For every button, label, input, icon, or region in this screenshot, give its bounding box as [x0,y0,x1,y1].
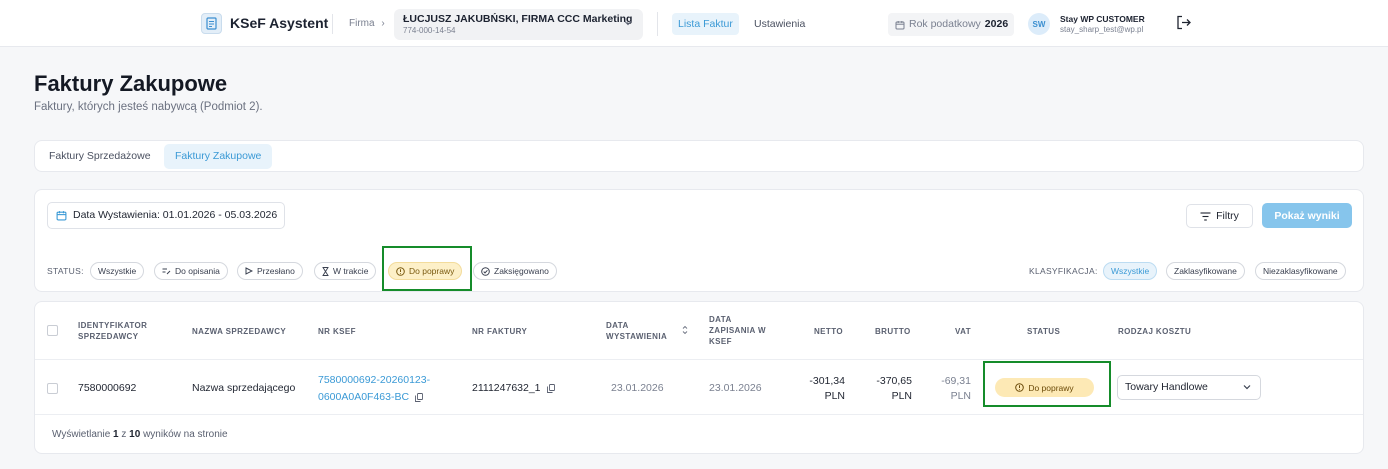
column-header-data-zapisania[interactable]: DATA ZAPISANIA W KSEF [709,314,766,347]
rodzaj-kosztu-select[interactable]: Towary Handlowe [1117,375,1261,400]
cell-identyfikator: 7580000692 [78,382,137,394]
status-pill-w-trakcie[interactable]: W trakcie [314,262,377,280]
tab-faktury-sprzedazowe[interactable]: Faktury Sprzedażowe [38,144,162,169]
hourglass-icon [322,266,329,276]
chevron-down-icon[interactable] [624,20,632,26]
firma-label: Firma › [349,18,385,29]
filtry-button[interactable]: Filtry [1186,204,1253,228]
column-header-nazwa[interactable]: NAZWA SPRZEDAWCY [192,326,286,337]
column-header-netto[interactable]: NETTO [814,326,843,337]
cell-netto: -301,34 PLN [809,375,845,402]
rok-podatkowy-selector[interactable]: Rok podatkowy 2026 [888,13,1015,36]
klasyfikacja-pill-niezaklasyfikowane[interactable]: Niezaklasyfikowane [1255,262,1346,280]
divider [332,14,333,34]
cell-nr-faktury: 2111247632_1 [472,382,555,394]
status-pill-przeslano[interactable]: Przesłano [237,262,303,280]
cell-vat: -69,31 PLN [941,375,971,402]
copy-icon[interactable] [415,393,424,402]
column-header-brutto[interactable]: BRUTTO [875,326,911,337]
status-filter-label: STATUS: [47,266,84,276]
page-title: Faktury Zakupowe [34,71,228,96]
highlight-box-status [983,361,1111,407]
column-header-identyfikator[interactable]: IDENTYFIKATOR SPRZEDAWCY [78,320,147,342]
calendar-icon [56,211,67,221]
send-icon [245,267,253,275]
cell-data-zapisania: 23.01.2026 [709,382,762,394]
calendar-icon [895,20,905,29]
filtry-label: Filtry [1216,210,1239,222]
column-header-nr-ksef[interactable]: NR KSEF [318,326,356,337]
logout-icon[interactable] [1176,15,1192,30]
column-header-data-wystawienia[interactable]: DATA WYSTAWIENIA [606,320,667,342]
divider [35,414,1363,415]
edit-lines-icon [162,268,171,275]
pokaz-wyniki-button[interactable]: Pokaż wyniki [1262,203,1352,228]
firma-nip: 774-000-14-54 [403,26,456,35]
avatar[interactable]: SW [1028,13,1050,35]
rok-value: 2026 [984,18,1009,30]
sort-icon[interactable] [682,325,688,335]
column-header-rodzaj-kosztu[interactable]: RODZAJ KOSZTU [1118,326,1191,337]
chevron-down-icon [1243,385,1251,390]
date-range-label: Data Wystawienia: 01.01.2026 - 05.03.202… [73,209,278,221]
tab-faktury-zakupowe[interactable]: Faktury Zakupowe [164,144,273,169]
cell-nr-ksef-link[interactable]: 7580000692-20260123- 0600A0A0F463-BC [318,372,430,406]
column-header-nr-faktury[interactable]: NR FAKTURY [472,326,527,337]
highlight-box-filter [382,246,472,291]
filter-icon [1200,211,1211,221]
user-name: Stay WP CUSTOMER [1060,14,1145,24]
nav-ustawienia[interactable]: Ustawienia [754,18,805,30]
status-pill-do-opisania[interactable]: Do opisania [154,262,228,280]
rok-label: Rok podatkowy [909,18,981,30]
user-email: stay_sharp_test@wp.pl [1060,25,1144,34]
klasyfikacja-pill-wszystkie[interactable]: Wszystkie [1103,262,1158,280]
date-range-button[interactable]: Data Wystawienia: 01.01.2026 - 05.03.202… [47,202,285,229]
select-all-checkbox[interactable] [47,325,58,336]
pagination-summary: Wyświetlanie 1 z 10 wyników na stronie [52,429,228,440]
klasyfikacja-pill-zaklasyfikowane[interactable]: Zaklasyfikowane [1166,262,1245,280]
nav-lista-faktur[interactable]: Lista Faktur [672,13,739,35]
row-checkbox[interactable] [47,383,58,394]
status-pill-zaksiegowano[interactable]: Zaksięgowano [473,262,557,280]
copy-icon[interactable] [546,383,555,393]
page-subtitle: Faktury, których jesteś nabywcą (Podmiot… [34,101,263,113]
app-title[interactable]: KSeF Asystent [230,15,328,31]
cell-data-wystawienia: 23.01.2026 [611,382,664,394]
column-header-status[interactable]: STATUS [1027,326,1060,337]
cell-brutto: -370,65 PLN [876,375,912,402]
status-pill-wszystkie[interactable]: Wszystkie [90,262,145,280]
column-header-vat[interactable]: VAT [955,326,971,337]
app-logo-icon [201,13,222,34]
divider [657,12,658,36]
check-circle-icon [481,266,490,276]
cell-nazwa-sprzedawcy: Nazwa sprzedającego [192,382,296,394]
firma-name: ŁUCJUSZ JAKUBŃSKI, FIRMA CCC Marketing [403,13,633,25]
klasyfikacja-filter-label: KLASYFIKACJA: [1029,266,1098,276]
